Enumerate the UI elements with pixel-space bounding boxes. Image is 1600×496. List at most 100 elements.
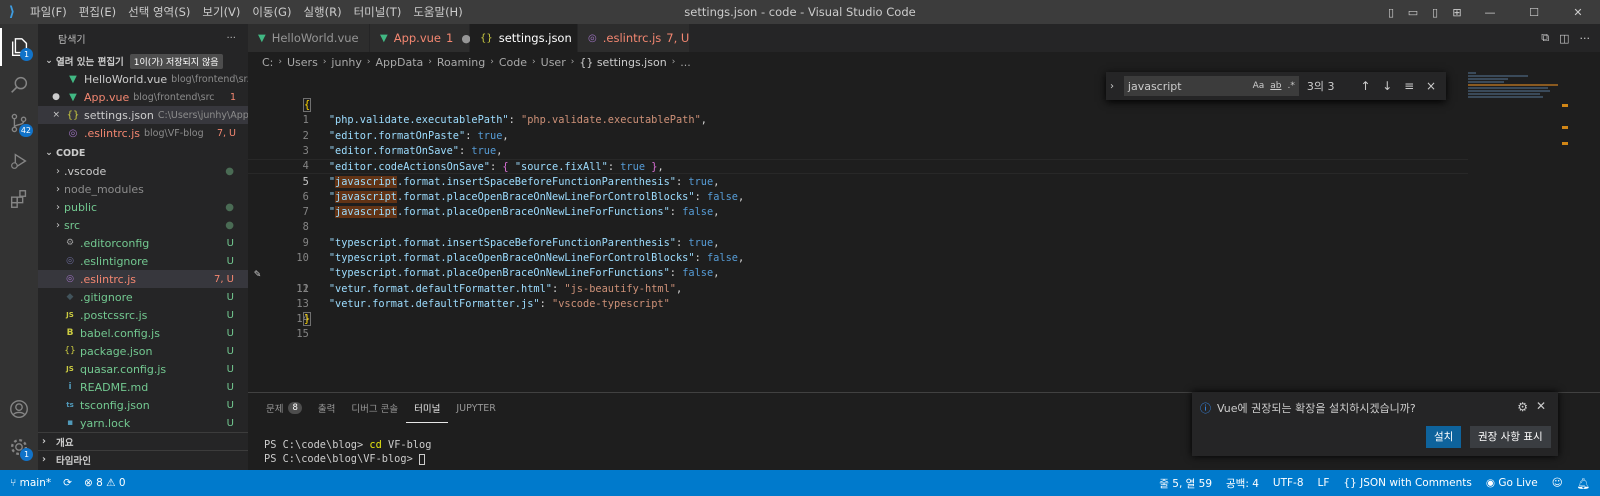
explorer-icon[interactable]: 1 <box>0 28 38 66</box>
code-editor[interactable]: 1 { 2 "php.validate.executablePath": "ph… <box>248 72 1600 392</box>
menu-run[interactable]: 실행(R) <box>297 0 347 24</box>
menu-selection[interactable]: 선택 영역(S) <box>122 0 196 24</box>
breadcrumb-item[interactable]: {} settings.json <box>579 56 666 69</box>
breadcrumb-item[interactable]: Users <box>287 56 318 69</box>
tab-debug-console[interactable]: 디버그 콘솔 <box>343 393 406 423</box>
tree-file[interactable]: JS quasar.config.js U <box>38 360 248 378</box>
sync-icon[interactable]: ⟳ <box>63 477 72 489</box>
breadcrumb-item[interactable]: ... <box>680 56 691 69</box>
feedback-icon[interactable]: ☺ <box>1552 477 1563 489</box>
breadcrumb-item[interactable]: junhy <box>331 56 361 69</box>
tab-output[interactable]: 출력 <box>310 393 343 423</box>
maximize-button[interactable]: ☐ <box>1512 0 1556 24</box>
tree-folder[interactable]: › public ● <box>38 198 248 216</box>
manage-gear-icon[interactable]: 1 <box>0 428 38 466</box>
branch-status[interactable]: ⑂ main* <box>10 477 51 489</box>
breadcrumb-item[interactable]: Code <box>499 56 527 69</box>
search-icon[interactable] <box>0 66 38 104</box>
unsaved-dot-icon[interactable]: ● <box>38 92 66 102</box>
menu-edit[interactable]: 편집(E) <box>73 0 122 24</box>
close-window-button[interactable]: ✕ <box>1556 0 1600 24</box>
terminal-line[interactable]: PS C:\code\blog\VF-blog> <box>264 453 425 465</box>
timeline-header[interactable]: › 타임라인 <box>38 450 248 468</box>
editor-scrollbar[interactable] <box>1558 72 1568 392</box>
open-editor-item[interactable]: ◎ .eslintrc.js blog\VF-blog 7, U <box>38 124 248 142</box>
match-case-toggle[interactable]: Aa <box>1253 81 1265 91</box>
next-match-arrow-down-icon[interactable]: ↓ <box>1376 79 1398 93</box>
tree-folder[interactable]: › src ● <box>38 216 248 234</box>
tab-eslintrc-js[interactable]: ◎ .eslintrc.js 7, U <box>578 24 690 52</box>
open-editors-header[interactable]: ⌄ 열려 있는 편집기 1이(가) 저장되지 않음 <box>38 52 248 70</box>
tree-folder[interactable]: › .vscode ● <box>38 162 248 180</box>
menu-terminal[interactable]: 터미널(T) <box>348 0 408 24</box>
tree-folder[interactable]: › node_modules <box>38 180 248 198</box>
eol-status[interactable]: LF <box>1318 477 1330 489</box>
more-actions-icon[interactable]: ··· <box>1580 32 1591 45</box>
tree-file[interactable]: JS .postcssrc.js U <box>38 306 248 324</box>
source-control-icon[interactable]: 42 <box>0 104 38 142</box>
more-actions-icon[interactable]: ··· <box>226 33 236 44</box>
find-input[interactable]: javascript Aa ab .* <box>1123 76 1299 96</box>
minimap[interactable] <box>1468 72 1558 102</box>
breadcrumb-item[interactable]: AppData <box>376 56 424 69</box>
tab-helloworld-vue[interactable]: ▼ HelloWorld.vue <box>248 24 370 52</box>
open-editor-item[interactable]: × {} settings.json C:\Users\junhy\App... <box>38 106 248 124</box>
code-folder-header[interactable]: ⌄ CODE <box>38 144 248 162</box>
regex-toggle[interactable]: .* <box>1287 81 1294 91</box>
show-recommendations-button[interactable]: 권장 사항 표시 <box>1470 426 1551 448</box>
breadcrumb-item[interactable]: User <box>541 56 566 69</box>
tab-jupyter[interactable]: JUPYTER <box>448 393 503 423</box>
cursor-position[interactable]: 줄 5, 열 59 <box>1159 476 1212 491</box>
toggle-panel-icon[interactable]: ▭ <box>1402 0 1424 24</box>
find-in-selection-icon[interactable]: ≡ <box>1398 79 1420 93</box>
match-whole-word-toggle[interactable]: ab <box>1270 81 1281 91</box>
unsaved-badge: 1이(가) 저장되지 않음 <box>129 53 223 69</box>
menu-help[interactable]: 도움말(H) <box>407 0 468 24</box>
menu-go[interactable]: 이동(G) <box>246 0 297 24</box>
split-editor-icon[interactable]: ◫ <box>1559 32 1569 45</box>
chevron-right-icon: › <box>56 219 60 231</box>
tree-file[interactable]: {} package.json U <box>38 342 248 360</box>
menu-file[interactable]: 파일(F) <box>24 0 73 24</box>
tree-file[interactable]: ▪ yarn.lock U <box>38 414 248 432</box>
notifications-bell-icon[interactable]: 🔔︎ <box>1577 477 1590 490</box>
accounts-icon[interactable] <box>0 390 38 428</box>
outline-header[interactable]: › 개요 <box>38 432 248 450</box>
extensions-icon[interactable] <box>0 180 38 218</box>
go-live-button[interactable]: ◉ Go Live <box>1486 477 1538 489</box>
tab-app-vue[interactable]: ▼ App.vue 1 ● <box>370 24 471 52</box>
close-find-icon[interactable]: × <box>1420 79 1442 93</box>
gear-icon[interactable]: ⚙ <box>1517 400 1528 414</box>
tree-file[interactable]: ⚙ .editorconfig U <box>38 234 248 252</box>
tree-file[interactable]: B babel.config.js U <box>38 324 248 342</box>
tab-settings-json[interactable]: {} settings.json × <box>470 24 589 52</box>
toggle-sidebar-icon[interactable]: ▯ <box>1380 0 1402 24</box>
install-button[interactable]: 설치 <box>1426 426 1462 448</box>
encoding-status[interactable]: UTF-8 <box>1273 477 1304 489</box>
language-mode[interactable]: {} JSON with Comments <box>1343 477 1471 489</box>
close-editor-icon[interactable]: × <box>38 110 66 120</box>
indentation-status[interactable]: 공백: 4 <box>1226 476 1259 491</box>
gear-file-icon: ⚙ <box>65 238 75 248</box>
open-editor-item[interactable]: ● ▼ App.vue blog\frontend\src 1 <box>38 88 248 106</box>
close-icon[interactable]: ✕ <box>1536 399 1546 413</box>
toggle-secondary-sidebar-icon[interactable]: ▯ <box>1424 0 1446 24</box>
toggle-replace-chevron-icon[interactable]: › <box>1110 81 1124 92</box>
breadcrumb-item[interactable]: C: <box>262 56 273 69</box>
customize-layout-icon[interactable]: ⊞ <box>1446 0 1468 24</box>
tree-file[interactable]: i README.md U <box>38 378 248 396</box>
previous-match-arrow-up-icon[interactable]: ↑ <box>1355 79 1377 93</box>
menu-view[interactable]: 보기(V) <box>196 0 246 24</box>
open-settings-ui-icon[interactable]: ⧉ <box>1541 31 1549 45</box>
run-debug-icon[interactable] <box>0 142 38 180</box>
tree-file[interactable]: ◆ .gitignore U <box>38 288 248 306</box>
open-editor-item[interactable]: ▼ HelloWorld.vue blog\frontend\sr... <box>38 70 248 88</box>
tree-file[interactable]: ◎ .eslintrc.js 7, U <box>38 270 248 288</box>
tab-terminal[interactable]: 터미널 <box>406 393 449 423</box>
minimize-button[interactable]: — <box>1468 0 1512 24</box>
tab-problems[interactable]: 문제 8 <box>258 393 310 423</box>
breadcrumb-item[interactable]: Roaming <box>437 56 485 69</box>
problems-status[interactable]: ⊗ 8 ⚠ 0 <box>84 477 126 489</box>
tree-file[interactable]: ts tsconfig.json U <box>38 396 248 414</box>
tree-file[interactable]: ◎ .eslintignore U <box>38 252 248 270</box>
